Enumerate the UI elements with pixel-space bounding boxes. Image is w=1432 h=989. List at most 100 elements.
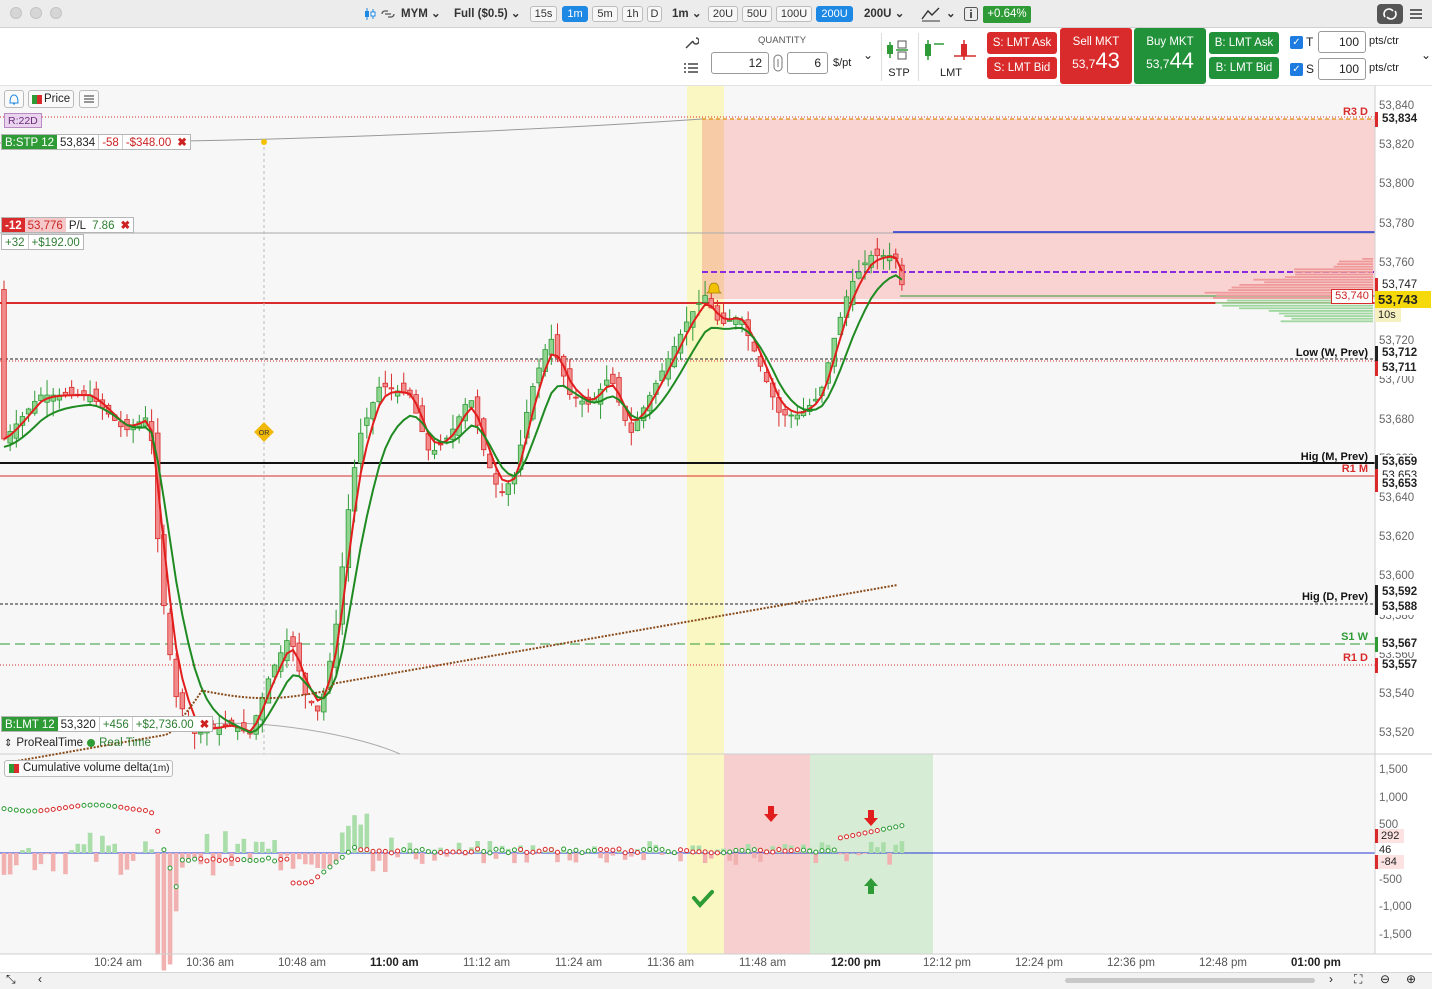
stop-input[interactable]: 100 [1318,58,1366,80]
cvd-point [837,835,843,841]
cvd-point [561,846,567,852]
limit-order-label[interactable]: B:LMT 12 53,320 +456 +$2,736.00 ✖ [1,716,214,732]
lmt-button[interactable]: LMT [922,36,980,82]
per-point-input[interactable]: 6 [787,52,828,74]
sell-limit-ask-button[interactable]: S: LMT Ask [987,32,1057,54]
series-menu-button[interactable] [79,90,99,108]
zoom-in-icon[interactable]: ⊕ [1406,972,1416,986]
info-icon[interactable] [964,7,978,21]
cvd-point [505,850,511,856]
interval-1h[interactable]: 1h [622,6,643,22]
close-window-button[interactable] [10,7,22,19]
alert-button[interactable] [4,90,24,108]
bar-interval-selector[interactable]: 1m ⌄ [672,7,701,21]
cvd-bar [875,847,880,853]
stp-order-price: 53,834 [60,137,96,149]
list-icon[interactable] [683,61,699,75]
candle-body [610,373,616,385]
buy-market-button[interactable]: Buy MKT 53,744 [1134,28,1206,84]
cvd-bar [44,853,50,855]
cvd-point [776,847,782,853]
cvd-bar [493,853,499,859]
cvd-bar [315,853,320,869]
interval-d[interactable]: D [647,6,662,22]
link-icon[interactable] [380,7,396,21]
wrench-icon[interactable] [683,36,699,50]
interval-15s[interactable]: 15s [530,6,557,22]
cvd-point [382,848,388,854]
range-200u[interactable]: 200U [816,6,853,22]
minimize-window-button[interactable] [30,7,42,19]
position-qty: -12 [2,218,25,232]
range-100u[interactable]: 100U [776,6,812,22]
cvd-bar [155,853,161,955]
interval-5m[interactable]: 5m [592,6,618,22]
cvd-point [370,848,376,854]
lmt-order-usd: +$2,736.00 [131,717,197,731]
price-series-button[interactable]: Price [28,90,74,108]
cvd-point [161,847,167,853]
quantity-input[interactable]: 12 [711,52,769,74]
chart-type-icon[interactable] [364,7,376,21]
scroll-right-icon[interactable]: › [1329,972,1333,986]
cvd-point [32,808,38,814]
range-badge: R:22D [4,113,42,128]
range-selector[interactable]: 200U ⌄ [864,7,904,21]
stop-checkbox[interactable]: ✓ [1290,63,1303,76]
target-checkbox[interactable]: ✓ [1290,36,1303,49]
feed-name: ProRealTime [16,737,84,749]
quantity-dropdown-icon[interactable]: ⌄ [863,48,873,62]
scroll-left-icon[interactable]: ‹ [38,972,42,986]
symbol-selector[interactable]: MYM ⌄ [401,7,441,21]
cvd-bar [604,853,609,863]
sell-market-button[interactable]: Sell MKT 53,743 [1060,28,1132,84]
cvd-bar [32,853,38,871]
link-quantity-icon[interactable] [772,54,784,72]
position-label[interactable]: -12 53,776 P/L 7.86 ✖ [1,217,135,233]
cancel-stp-icon[interactable]: ✖ [174,135,190,149]
stp-anchor[interactable] [261,139,267,145]
drawing-tools-icon[interactable] [920,5,942,23]
buy-limit-ask-button[interactable]: B: LMT Ask [1209,32,1279,54]
expand-icon[interactable]: ⤡ [6,972,16,987]
cvd-point [751,847,757,853]
cvd-point [407,848,413,854]
interval-1m[interactable]: 1m [562,6,588,22]
menu-icon[interactable] [1409,8,1423,20]
drag-handle-icon[interactable]: ⇕ [4,738,12,749]
order-panel-dropdown-icon[interactable]: ⌄ [1421,48,1431,62]
sync-button[interactable] [1377,4,1403,24]
zoom-out-icon[interactable]: ⊖ [1380,972,1390,986]
time-axis-tick: 10:48 am [278,957,326,969]
range-50u[interactable]: 50U [742,6,772,22]
contract-selector[interactable]: Full ($0.5) ⌄ [454,7,521,21]
horizontal-scrollbar-thumb[interactable] [1065,978,1315,983]
cancel-lmt-icon[interactable]: ✖ [197,717,213,731]
low-w2-price-tag: 53,711 [1375,361,1419,376]
range-20u[interactable]: 20U [708,6,738,22]
candle-body [782,409,788,416]
target-input[interactable]: 100 [1318,31,1366,53]
position-price: 53,776 [24,218,66,232]
cvd-bar [210,853,216,876]
cvd-point [106,803,112,809]
close-position-icon[interactable]: ✖ [117,218,133,232]
stop-order-label[interactable]: B:STP 12 53,834 -58 -$348.00 ✖ [1,134,191,150]
price-chart[interactable]: OR [0,86,1432,989]
sell-limit-bid-button[interactable]: S: LMT Bid [987,57,1057,79]
indicator-legend[interactable]: Cumulative volume delta(1m) [4,760,174,777]
fit-screen-icon[interactable]: ⛶ [1354,972,1362,987]
candle-body [696,303,702,305]
buy-limit-bid-button[interactable]: B: LMT Bid [1209,57,1279,79]
stp-order-pts: -58 [98,135,122,149]
stp-button[interactable]: STP [884,36,914,82]
bell-outline-icon [9,94,19,105]
cvd-point [155,828,161,834]
cvd-bar [844,853,849,862]
cvd-point [585,848,591,854]
zoom-window-button[interactable] [50,7,62,19]
volume-profile-bar [1268,310,1373,312]
cvd-point [432,849,437,855]
price-axis-tick: 53,700 [1379,374,1415,387]
drawing-dropdown-icon[interactable]: ⌄ [946,7,956,21]
